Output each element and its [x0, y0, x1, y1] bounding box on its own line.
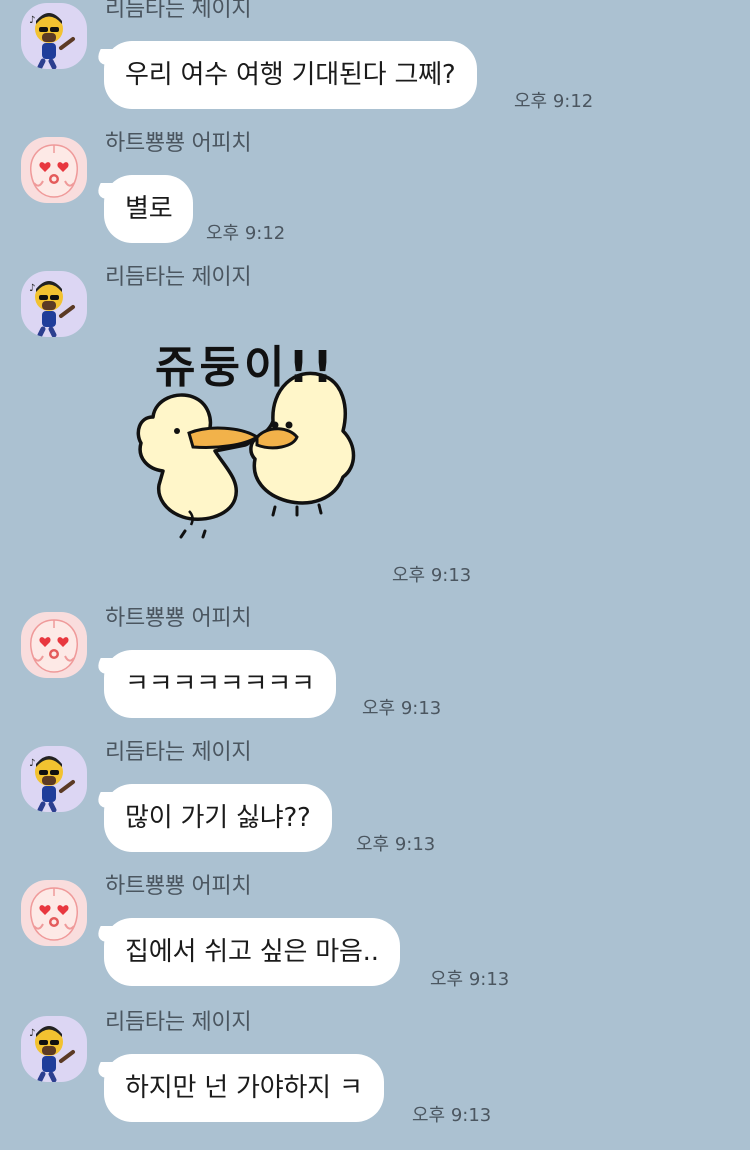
- message-time: 오후 9:13: [392, 565, 472, 586]
- sender-name: 하트뿅뿅 어피치: [105, 131, 252, 156]
- message-time: 오후 9:13: [356, 834, 436, 855]
- message-bubble[interactable]: ㅋㅋㅋㅋㅋㅋㅋㅋ: [104, 650, 336, 718]
- sender-name: 하트뿅뿅 어피치: [105, 874, 252, 899]
- apeach-avatar-icon[interactable]: [21, 880, 87, 946]
- message-time: 오후 9:13: [362, 698, 442, 719]
- sender-name: 리듬타는 제이지: [105, 1010, 252, 1035]
- message-bubble[interactable]: 우리 여수 여행 기대된다 그쩨?: [104, 41, 477, 109]
- sender-name: 하트뿅뿅 어피치: [105, 606, 252, 631]
- message-bubble[interactable]: 별로: [104, 175, 194, 243]
- sender-name: 리듬타는 제이지: [105, 0, 252, 22]
- sender-name: 리듬타는 제이지: [105, 740, 252, 765]
- message-bubble[interactable]: 하지만 넌 가야하지 ㅋ: [104, 1054, 384, 1122]
- sticker-text: 쥬둥이!!: [155, 342, 337, 393]
- message-time: 오후 9:12: [514, 91, 594, 112]
- jay-g-avatar-icon[interactable]: [21, 3, 87, 69]
- duck-sticker-icon[interactable]: 쥬둥이!!: [125, 321, 375, 565]
- jay-g-avatar-icon[interactable]: [21, 1016, 87, 1082]
- apeach-avatar-icon[interactable]: [21, 612, 87, 678]
- message-time: 오후 9:12: [206, 223, 286, 244]
- jay-g-avatar-icon[interactable]: [21, 746, 87, 812]
- message-bubble[interactable]: 많이 가기 싫냐??: [104, 784, 332, 852]
- message-bubble[interactable]: 집에서 쉬고 싶은 마음..: [104, 918, 400, 986]
- message-time: 오후 9:13: [412, 1105, 492, 1126]
- sender-name: 리듬타는 제이지: [105, 265, 252, 290]
- message-time: 오후 9:13: [430, 969, 510, 990]
- jay-g-avatar-icon[interactable]: [21, 271, 87, 337]
- apeach-avatar-icon[interactable]: [21, 137, 87, 203]
